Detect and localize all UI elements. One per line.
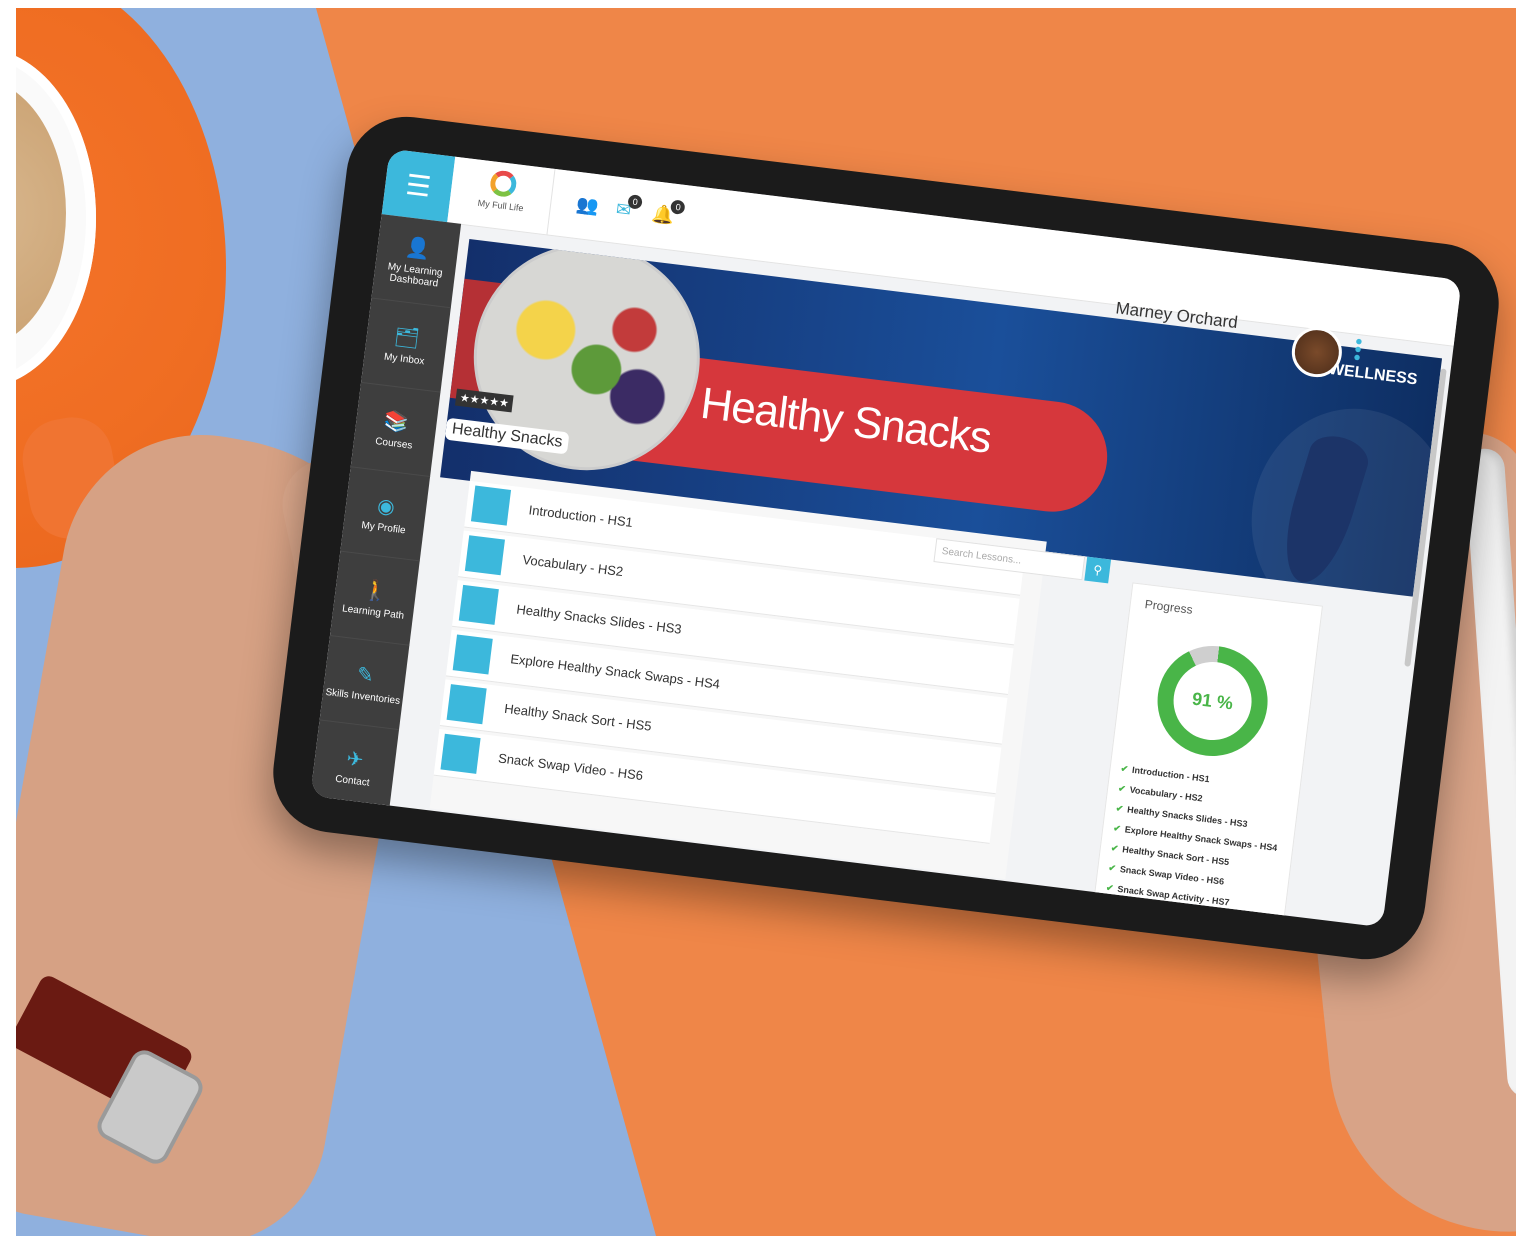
edit-icon: ✎ <box>355 663 376 688</box>
search-icon: ⚲ <box>1092 562 1103 578</box>
lesson-thumbnail <box>446 684 487 725</box>
sidebar-item-inbox[interactable]: 🗂 My Inbox <box>360 298 451 393</box>
lesson-thumbnail <box>458 584 499 625</box>
check-icon: ✔ <box>1117 783 1127 795</box>
tablet-screen: ☰ My Full Life 👥 ✉ 0 🔔 0 👤 My Learning D… <box>310 148 1462 928</box>
lesson-label: Explore Healthy Snack Swaps - HS4 <box>509 651 721 692</box>
check-icon: ✔ <box>1115 803 1124 814</box>
lesson-label: Healthy Snacks Slides - HS3 <box>515 601 683 637</box>
notification-button[interactable]: 🔔 0 <box>651 199 686 227</box>
search-button[interactable]: ⚲ <box>1084 556 1112 584</box>
check-icon: ✔ <box>1107 862 1117 874</box>
lesson-label: Snack Swap Video - HS6 <box>497 750 644 784</box>
lesson-thumbnail <box>440 733 481 774</box>
sidebar-item-dashboard[interactable]: 👤 My Learning Dashboard <box>371 214 462 309</box>
sidebar: 👤 My Learning Dashboard 🗂 My Inbox 📚 Cou… <box>310 214 462 815</box>
person-icon: 👤 <box>404 235 432 261</box>
progress-panel: Progress 91 % ✔ Introduction - HS1 ✔ Vocab… <box>1093 582 1323 926</box>
profile-icon: ◉ <box>376 494 397 519</box>
lesson-thumbnail <box>464 535 505 576</box>
sidebar-item-label: My Learning Dashboard <box>387 260 444 289</box>
mail-button[interactable]: ✉ 0 <box>615 194 643 222</box>
sidebar-item-courses[interactable]: 📚 Courses <box>350 382 441 477</box>
photo-scene: ☰ My Full Life 👥 ✉ 0 🔔 0 👤 My Learning D… <box>16 8 1516 1236</box>
progress-title: Progress <box>1144 597 1194 617</box>
lesson-label: Vocabulary - HS2 <box>521 551 625 580</box>
check-icon: ✔ <box>1112 822 1122 834</box>
sidebar-item-learning-path[interactable]: 🚶 Learning Path <box>329 551 420 646</box>
check-icon: ✔ <box>1110 842 1120 854</box>
books-icon: 📚 <box>382 410 411 435</box>
tablet-device: ☰ My Full Life 👥 ✉ 0 🔔 0 👤 My Learning D… <box>266 109 1506 967</box>
notification-badge: 0 <box>670 199 686 216</box>
paper-plane-icon: ✈ <box>345 748 365 772</box>
lesson-thumbnail <box>452 634 493 675</box>
app-logo[interactable]: My Full Life <box>464 167 540 229</box>
sidebar-item-skills[interactable]: ✎ Skills Inventories <box>319 635 410 731</box>
progress-percent: 91 % <box>1169 657 1257 745</box>
category-label: WELLNESS <box>1327 360 1419 389</box>
check-icon: ✔ <box>1105 882 1115 894</box>
lesson-list: Introduction - HS1 Vocabulary - HS2 Heal… <box>429 470 1047 880</box>
inbox-icon: 🗂 <box>392 325 421 351</box>
sidebar-item-label: Courses <box>374 436 413 452</box>
sidebar-item-label: Skills Inventories <box>324 686 401 707</box>
sidebar-item-label: Contact <box>334 773 371 789</box>
topbar-divider <box>546 168 556 235</box>
progress-ring: 91 % <box>1151 639 1274 763</box>
sidebar-item-profile[interactable]: ◉ My Profile <box>340 467 431 562</box>
hamburger-menu-button[interactable]: ☰ <box>381 148 456 223</box>
sidebar-item-label: My Inbox <box>383 351 425 368</box>
mail-badge: 0 <box>627 194 643 210</box>
sidebar-item-contact[interactable]: ✈ Contact <box>310 720 399 815</box>
hamburger-icon: ☰ <box>404 168 433 203</box>
logo-text: My Full Life <box>477 197 525 214</box>
people-icon[interactable]: 👥 <box>575 194 600 218</box>
progress-checklist: ✔ Introduction - HS1 ✔ Vocabulary - HS2 ✔ H… <box>1104 763 1295 923</box>
logo-ring-icon <box>488 169 518 199</box>
lesson-thumbnail <box>470 485 512 526</box>
lesson-label: Healthy Snack Sort - HS5 <box>503 700 653 734</box>
sidebar-item-label: Learning Path <box>341 603 405 622</box>
lesson-label: Introduction - HS1 <box>527 502 634 530</box>
walking-person-icon: 🚶 <box>362 578 390 604</box>
sidebar-item-label: My Profile <box>360 520 407 537</box>
check-icon: ✔ <box>1120 763 1129 775</box>
